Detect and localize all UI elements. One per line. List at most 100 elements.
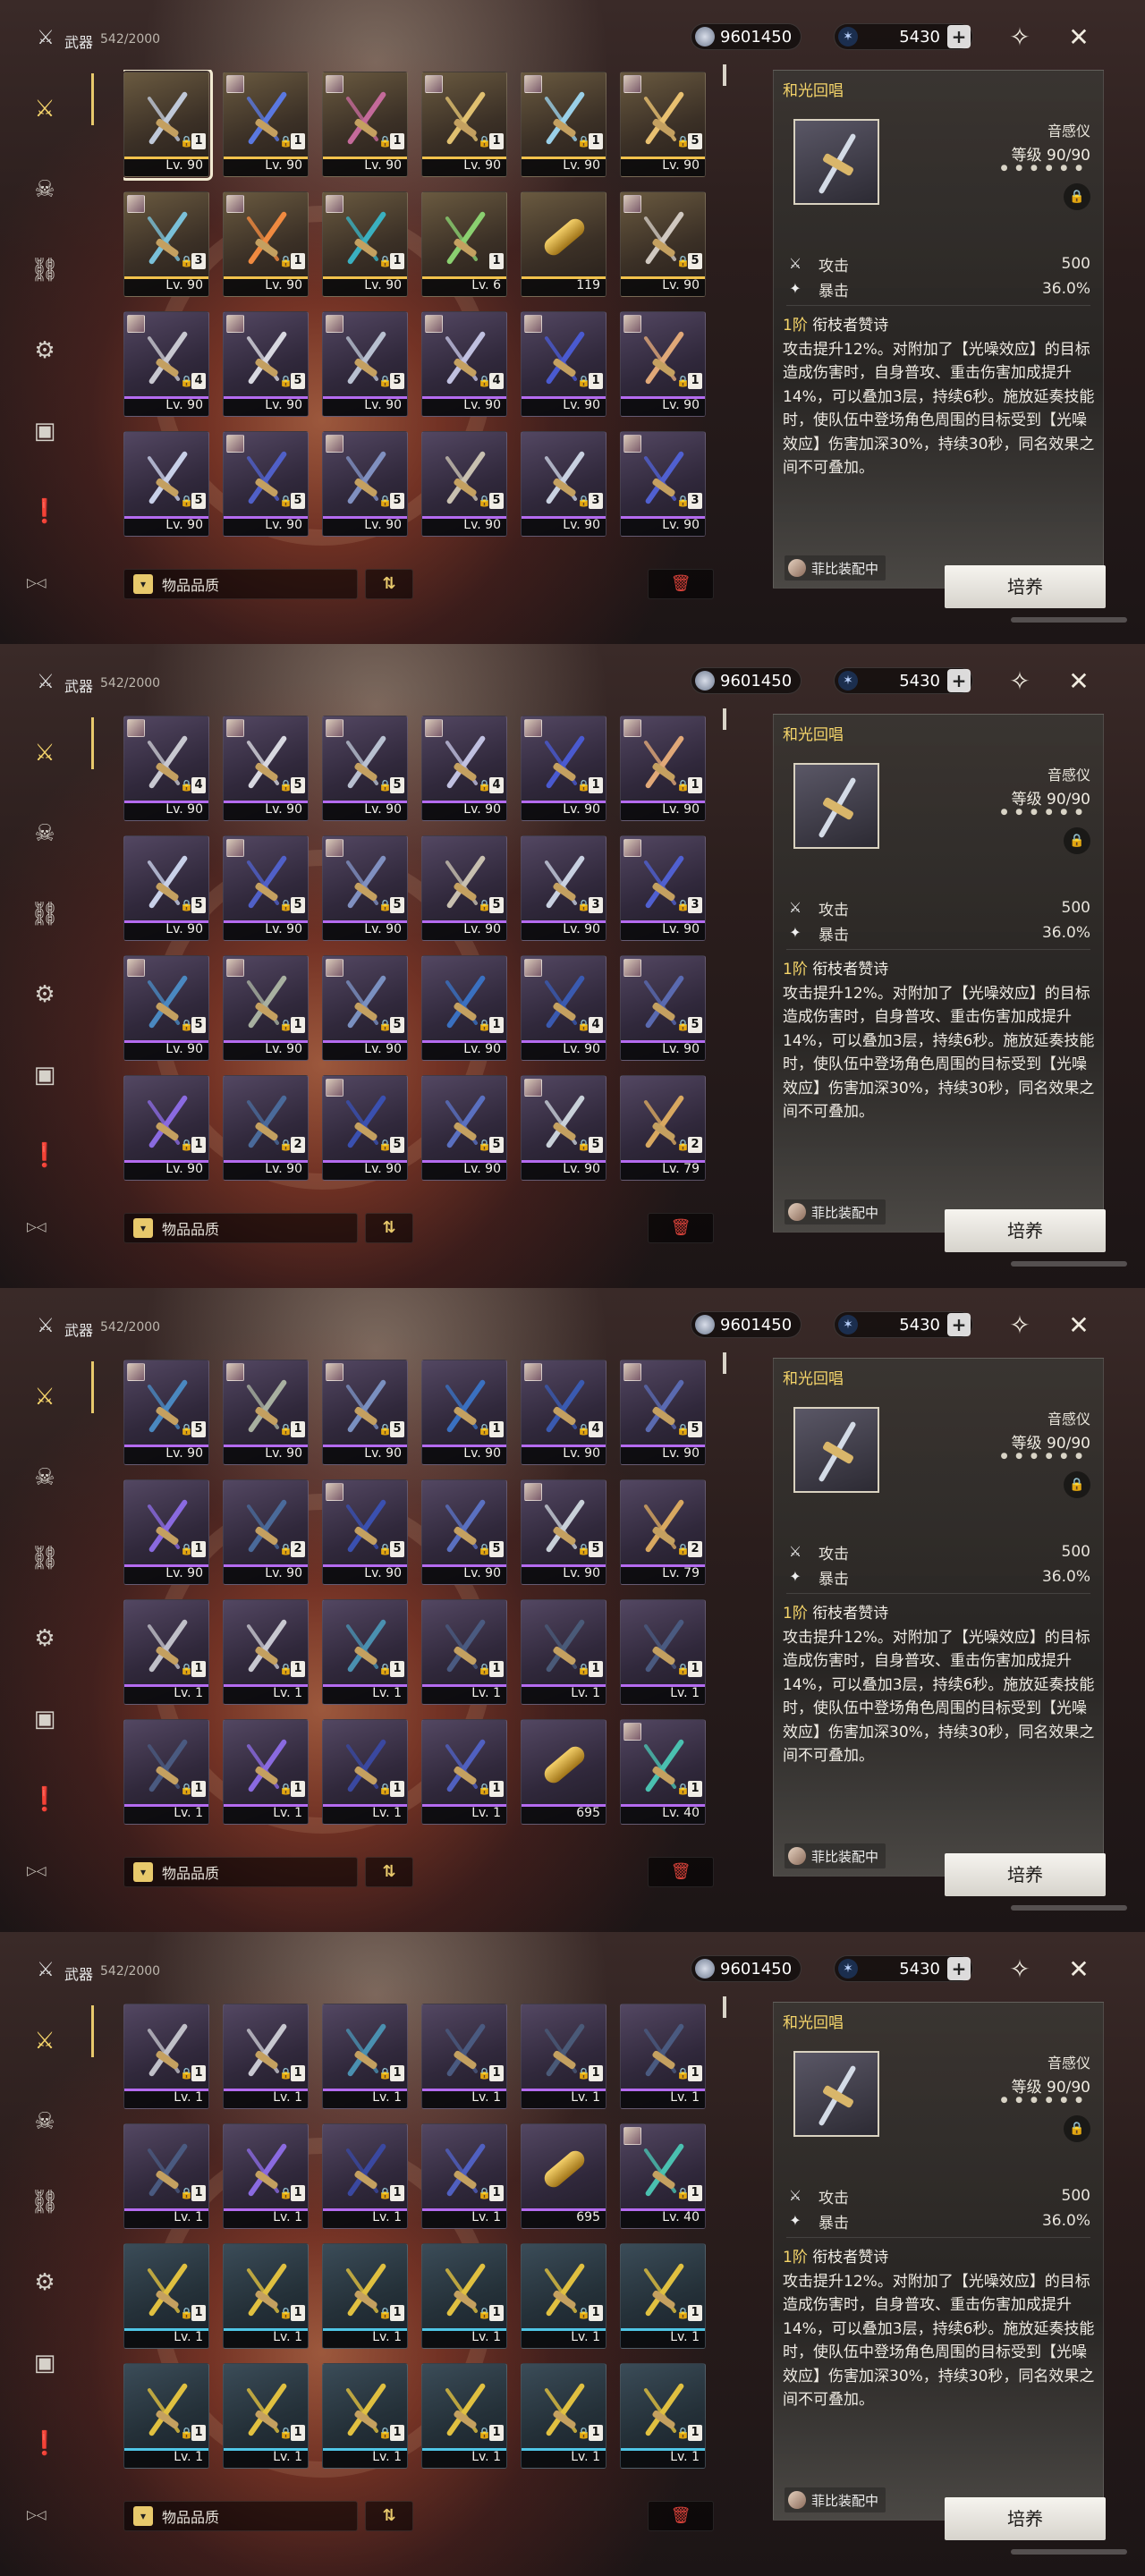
weapon-card[interactable]: 🔒 5 Lv. 90 (223, 431, 309, 537)
trash-icon[interactable]: 🗑 (648, 1213, 714, 1243)
weapon-card[interactable]: 🔒 5 Lv. 90 (421, 1075, 507, 1181)
demon-mask-icon[interactable]: ☠ (25, 2102, 64, 2141)
weapon-card[interactable]: 🔒 1 Lv. 1 (421, 1599, 507, 1705)
weapon-card[interactable]: 🔒 1 Lv. 90 (421, 955, 507, 1061)
lock-icon[interactable]: 🔒 (1064, 1471, 1090, 1498)
sort-dropdown[interactable]: ▾ 物品品质 (123, 569, 358, 599)
weapon-card[interactable]: 🔒 5 Lv. 90 (123, 955, 209, 1061)
weapon-card[interactable]: 🔒 1 Lv. 90 (123, 70, 213, 181)
collapse-toggle-icon[interactable]: ▷◁ (27, 576, 47, 590)
weapon-card[interactable]: 🔒 1 Lv. 1 (123, 1599, 209, 1705)
weapon-card[interactable]: 🔒 1 Lv. 1 (521, 2004, 606, 2109)
weapon-card[interactable]: 🔒 5 Lv. 90 (620, 1360, 706, 1465)
weapon-card[interactable]: 🔒 5 Lv. 90 (521, 1479, 606, 1585)
weapon-card[interactable]: 🔒 1 Lv. 1 (223, 2243, 309, 2349)
box-icon[interactable]: ▣ (25, 1699, 64, 1739)
weapon-card[interactable]: 🔒 1 Lv. 90 (521, 716, 606, 821)
weapon-card[interactable]: 🔒 2 Lv. 90 (223, 1479, 309, 1585)
weapon-card[interactable]: 🔒 4 Lv. 90 (521, 955, 606, 1061)
chain-link-icon[interactable]: ⛓ (25, 894, 64, 934)
weapon-card[interactable]: 🔒 3 Lv. 90 (620, 835, 706, 941)
close-icon[interactable]: ✕ (1063, 665, 1095, 698)
weapon-card[interactable]: 🔒 1 Lv. 90 (421, 72, 507, 177)
weapon-card[interactable]: 🔒 5 Lv. 90 (322, 1360, 408, 1465)
compass-icon[interactable]: ✧ (1004, 1953, 1036, 1986)
weapon-card[interactable]: 🔒 1 Lv. 90 (620, 311, 706, 417)
weapon-card[interactable]: 🔒 5 Lv. 90 (421, 431, 507, 537)
collapse-toggle-icon[interactable]: ▷◁ (27, 2508, 47, 2522)
close-icon[interactable]: ✕ (1063, 1953, 1095, 1986)
weapon-card[interactable]: 🔒 1 Lv. 1 (223, 1599, 309, 1705)
trash-icon[interactable]: 🗑 (648, 2501, 714, 2531)
weapon-card[interactable]: 🔒 1 Lv. 90 (223, 191, 309, 297)
weapon-card[interactable]: 🔒 1 Lv. 1 (620, 1599, 706, 1705)
weapon-card[interactable]: 🔒 1 Lv. 1 (620, 2243, 706, 2349)
weapon-card[interactable]: 🔒 4 Lv. 90 (421, 716, 507, 821)
weapon-card[interactable]: 🔒 4 Lv. 90 (123, 716, 209, 821)
exclamation-doc-icon[interactable]: ❗ (25, 492, 64, 531)
weapon-card[interactable]: 🔒 5 Lv. 90 (322, 835, 408, 941)
train-button[interactable]: 培养 (945, 1209, 1106, 1252)
weapon-card[interactable]: 🔒 4 Lv. 90 (421, 311, 507, 417)
grid-scrollbar[interactable] (723, 1996, 726, 2018)
weapon-card[interactable]: 🔒 2 Lv. 90 (223, 1075, 309, 1181)
add-currency-button[interactable]: + (947, 1313, 971, 1336)
weapon-card[interactable]: 🔒 3 Lv. 90 (123, 191, 209, 297)
weapon-card[interactable]: 🔒 1 Lv. 1 (123, 1719, 209, 1825)
weapon-card[interactable]: 1 Lv. 6 (421, 191, 507, 297)
train-button[interactable]: 培养 (945, 565, 1106, 608)
demon-mask-icon[interactable]: ☠ (25, 170, 64, 209)
sort-dropdown[interactable]: ▾ 物品品质 (123, 1857, 358, 1887)
add-currency-button[interactable]: + (947, 1957, 971, 1980)
weapon-card[interactable]: 🔒 5 Lv. 90 (620, 72, 706, 177)
weapon-card[interactable]: 🔒 1 Lv. 90 (123, 1479, 209, 1585)
weapon-card[interactable]: 🔒 5 Lv. 90 (322, 955, 408, 1061)
weapon-card[interactable]: 🔒 5 Lv. 90 (123, 431, 209, 537)
weapon-card[interactable]: 🔒 1 Lv. 1 (322, 1599, 408, 1705)
gear-disc-icon[interactable]: ⚙ (25, 1619, 64, 1658)
weapon-card[interactable]: 🔒 1 Lv. 1 (123, 2363, 209, 2469)
exclamation-doc-icon[interactable]: ❗ (25, 2424, 64, 2463)
grid-scrollbar[interactable] (723, 1352, 726, 1374)
weapon-card[interactable]: 🔒 1 Lv. 1 (123, 2004, 209, 2109)
lock-icon[interactable]: 🔒 (1064, 183, 1090, 210)
weapon-card[interactable]: 🔒 1 Lv. 90 (322, 191, 408, 297)
weapon-card[interactable]: 🔒 5 Lv. 90 (223, 716, 309, 821)
weapon-card[interactable]: 🔒 1 Lv. 1 (223, 1719, 309, 1825)
weapon-card[interactable]: 🔒 1 Lv. 1 (322, 1719, 408, 1825)
weapon-card[interactable]: 🔒 1 Lv. 90 (620, 716, 706, 821)
add-currency-button[interactable]: + (947, 25, 971, 48)
lock-icon[interactable]: 🔒 (1064, 2115, 1090, 2142)
weapon-card[interactable]: 🔒 1 Lv. 1 (421, 1719, 507, 1825)
weapon-card[interactable]: 🔒 1 Lv. 90 (421, 1360, 507, 1465)
weapon-card[interactable]: 🔒 5 Lv. 90 (620, 191, 706, 297)
weapon-card[interactable]: 🔒 1 Lv. 1 (421, 2243, 507, 2349)
weapon-card[interactable]: 🔒 1 Lv. 90 (123, 1075, 209, 1181)
weapon-card[interactable]: 🔒 1 Lv. 1 (421, 2004, 507, 2109)
weapon-card[interactable]: 🔒 1 Lv. 90 (521, 72, 606, 177)
box-icon[interactable]: ▣ (25, 2343, 64, 2383)
weapon-card[interactable]: 🔒 1 Lv. 1 (322, 2123, 408, 2229)
weapon-card[interactable]: 🔒 1 Lv. 1 (322, 2363, 408, 2469)
weapon-card[interactable]: 🔒 5 Lv. 90 (123, 1360, 209, 1465)
demon-mask-icon[interactable]: ☠ (25, 1458, 64, 1497)
weapon-card[interactable]: 🔒 5 Lv. 90 (322, 716, 408, 821)
weapon-card[interactable]: 🔒 1 Lv. 1 (123, 2123, 209, 2229)
weapon-card[interactable]: 🔒 1 Lv. 90 (223, 955, 309, 1061)
weapon-card[interactable]: 🔒 1 Lv. 90 (322, 72, 408, 177)
grid-scrollbar[interactable] (723, 64, 726, 86)
weapon-card[interactable]: 🔒 1 Lv. 1 (521, 1599, 606, 1705)
weapon-card[interactable]: 🔒 1 Lv. 1 (123, 2243, 209, 2349)
gear-disc-icon[interactable]: ⚙ (25, 975, 64, 1014)
crossed-swords-icon[interactable]: ⚔ (25, 2021, 64, 2061)
sort-dropdown[interactable]: ▾ 物品品质 (123, 2501, 358, 2531)
crossed-swords-icon[interactable]: ⚔ (25, 89, 64, 129)
weapon-card[interactable]: 🔒 5 Lv. 90 (421, 835, 507, 941)
close-icon[interactable]: ✕ (1063, 1309, 1095, 1342)
weapon-card[interactable]: 🔒 1 Lv. 1 (421, 2363, 507, 2469)
crossed-swords-icon[interactable]: ⚔ (25, 733, 64, 773)
weapon-card[interactable]: 🔒 1 Lv. 90 (223, 1360, 309, 1465)
weapon-card[interactable]: 🔒 3 Lv. 90 (620, 431, 706, 537)
demon-mask-icon[interactable]: ☠ (25, 814, 64, 853)
lock-icon[interactable]: 🔒 (1064, 827, 1090, 854)
